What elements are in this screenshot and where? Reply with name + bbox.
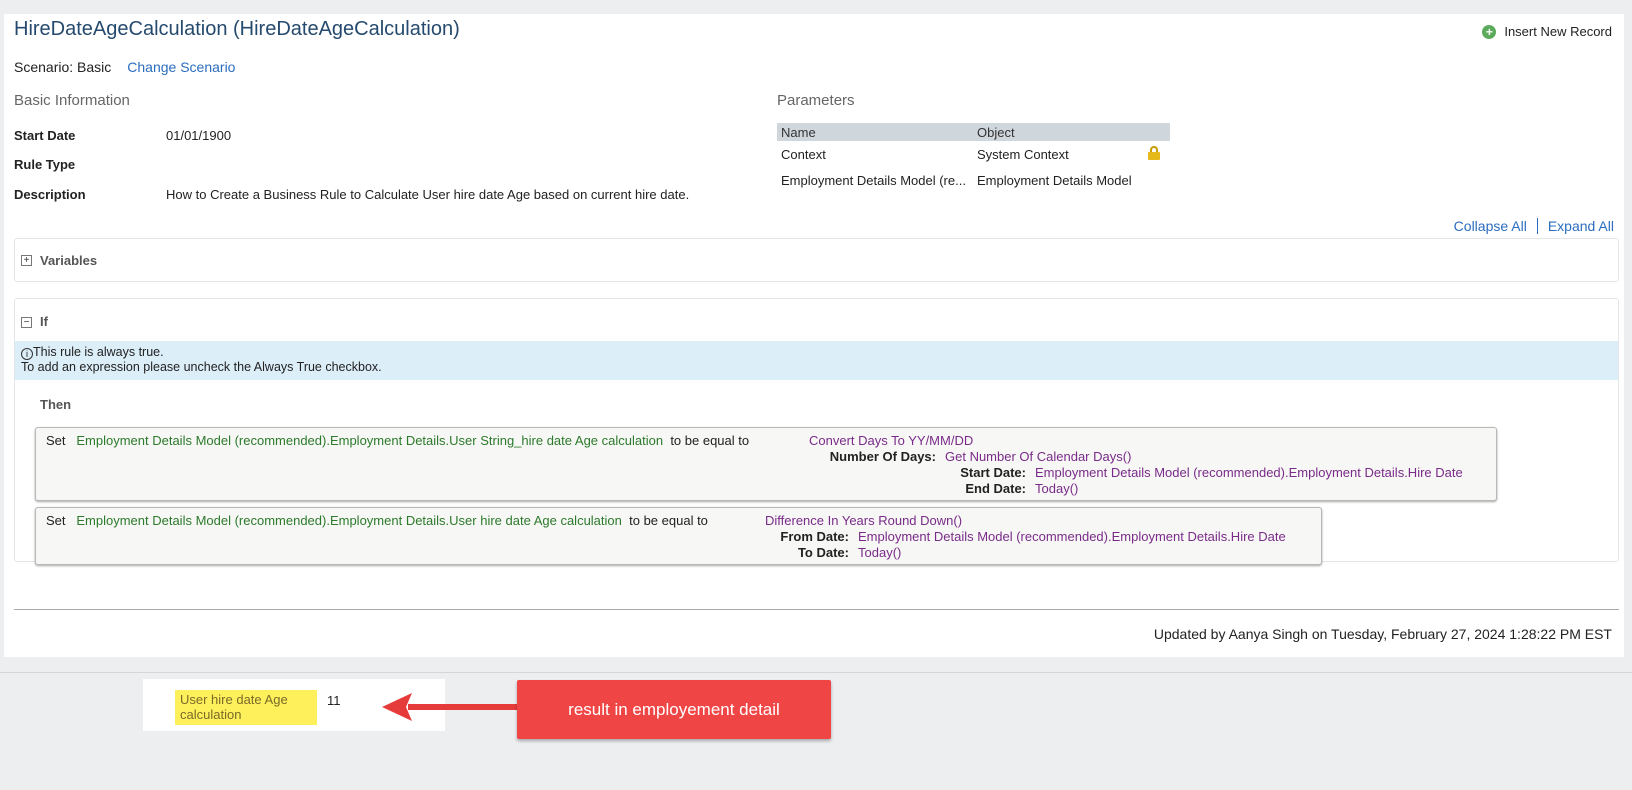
rule-type-label: Rule Type bbox=[14, 157, 76, 172]
param-label: Start Date: bbox=[960, 465, 1026, 480]
param-value[interactable]: Get Number Of Calendar Days() bbox=[945, 449, 1131, 464]
set-keyword: Set bbox=[46, 433, 66, 448]
collapse-toggle-icon[interactable]: − bbox=[21, 317, 32, 328]
scenario-label: Scenario: Basic bbox=[14, 59, 112, 75]
annotation-callout: result in employement detail bbox=[517, 680, 831, 739]
parameters-header-row: Name Object bbox=[777, 123, 1170, 141]
basic-info-heading: Basic Information bbox=[14, 92, 130, 109]
function-name[interactable]: Convert Days To YY/MM/DD bbox=[809, 433, 973, 448]
param-label: End Date: bbox=[965, 481, 1026, 496]
footer-divider bbox=[14, 609, 1619, 610]
param-value[interactable]: Employment Details Model (recommended).E… bbox=[858, 529, 1286, 544]
target-field[interactable]: Employment Details Model (recommended).E… bbox=[76, 433, 663, 448]
set-keyword: Set bbox=[46, 513, 66, 528]
then-label: Then bbox=[40, 397, 72, 412]
set-statement[interactable]: Set Employment Details Model (recommende… bbox=[35, 427, 1497, 501]
operator: to be equal to bbox=[670, 433, 750, 448]
operator: to be equal to bbox=[629, 513, 708, 528]
info-line-2: To add an expression please uncheck the … bbox=[21, 360, 382, 374]
expand-toggle-icon[interactable]: + bbox=[21, 255, 32, 266]
column-header-object: Object bbox=[977, 124, 1015, 140]
param-name: Employment Details Model (re... bbox=[781, 172, 966, 188]
set-statement[interactable]: Set Employment Details Model (recommende… bbox=[35, 507, 1322, 565]
info-line-1: This rule is always true. bbox=[33, 345, 164, 359]
section-divider bbox=[0, 672, 1632, 673]
lock-icon bbox=[1147, 146, 1160, 160]
description-value: How to Create a Business Rule to Calcula… bbox=[166, 187, 690, 202]
expand-collapse-controls: Collapse All Expand All bbox=[1454, 218, 1614, 234]
parameters-table: Name Object Context System Context Emplo… bbox=[777, 123, 1170, 193]
description-label: Description bbox=[14, 187, 86, 202]
table-row: Employment Details Model (re... Employme… bbox=[777, 167, 1170, 193]
info-icon: i bbox=[21, 348, 33, 360]
param-label: To Date: bbox=[797, 545, 849, 560]
param-value[interactable]: Today() bbox=[858, 545, 901, 560]
add-circle-icon: + bbox=[1482, 24, 1497, 39]
insert-new-record-label: Insert New Record bbox=[1504, 24, 1612, 39]
if-label: If bbox=[40, 314, 48, 329]
variables-label: Variables bbox=[40, 253, 98, 268]
column-header-name: Name bbox=[781, 124, 816, 140]
change-scenario-link[interactable]: Change Scenario bbox=[127, 59, 235, 75]
table-row: Context System Context bbox=[777, 141, 1170, 167]
param-object: System Context bbox=[977, 146, 1069, 162]
arrow-left-icon bbox=[382, 693, 517, 721]
param-label: From Date: bbox=[780, 529, 849, 544]
param-value[interactable]: Employment Details Model (recommended).E… bbox=[1035, 465, 1463, 480]
start-date-label: Start Date bbox=[14, 128, 76, 143]
if-section: − If i This rule is always true. To add a… bbox=[14, 298, 1619, 565]
page-title: HireDateAgeCalculation (HireDateAgeCalcu… bbox=[14, 18, 460, 40]
target-field[interactable]: Employment Details Model (recommended).E… bbox=[76, 513, 622, 528]
function-name[interactable]: Difference In Years Round Down() bbox=[765, 513, 962, 528]
parameters-heading: Parameters bbox=[777, 92, 855, 109]
start-date-value: 01/01/1900 bbox=[166, 128, 232, 143]
always-true-banner: i This rule is always true. To add an exp… bbox=[15, 341, 1618, 380]
last-updated-text: Updated by Aanya Singh on Tuesday, Febru… bbox=[1153, 626, 1612, 642]
rule-panel: HireDateAgeCalculation (HireDateAgeCalcu… bbox=[4, 14, 1624, 657]
variables-section: + Variables bbox=[14, 238, 1619, 282]
param-name: Context bbox=[781, 146, 826, 162]
collapse-all-link[interactable]: Collapse All bbox=[1454, 218, 1527, 234]
link-divider bbox=[1536, 218, 1538, 234]
result-field-label: User hire date Age calculation bbox=[175, 690, 317, 725]
param-object: Employment Details Model bbox=[977, 172, 1132, 188]
param-value[interactable]: Today() bbox=[1035, 481, 1078, 496]
param-label: Number Of Days: bbox=[829, 449, 936, 464]
expand-all-link[interactable]: Expand All bbox=[1548, 218, 1614, 234]
insert-new-record-button[interactable]: + Insert New Record bbox=[1482, 24, 1612, 39]
result-field-value: 11 bbox=[327, 693, 341, 708]
scenario-bar: Scenario: Basic Change Scenario bbox=[14, 59, 235, 75]
